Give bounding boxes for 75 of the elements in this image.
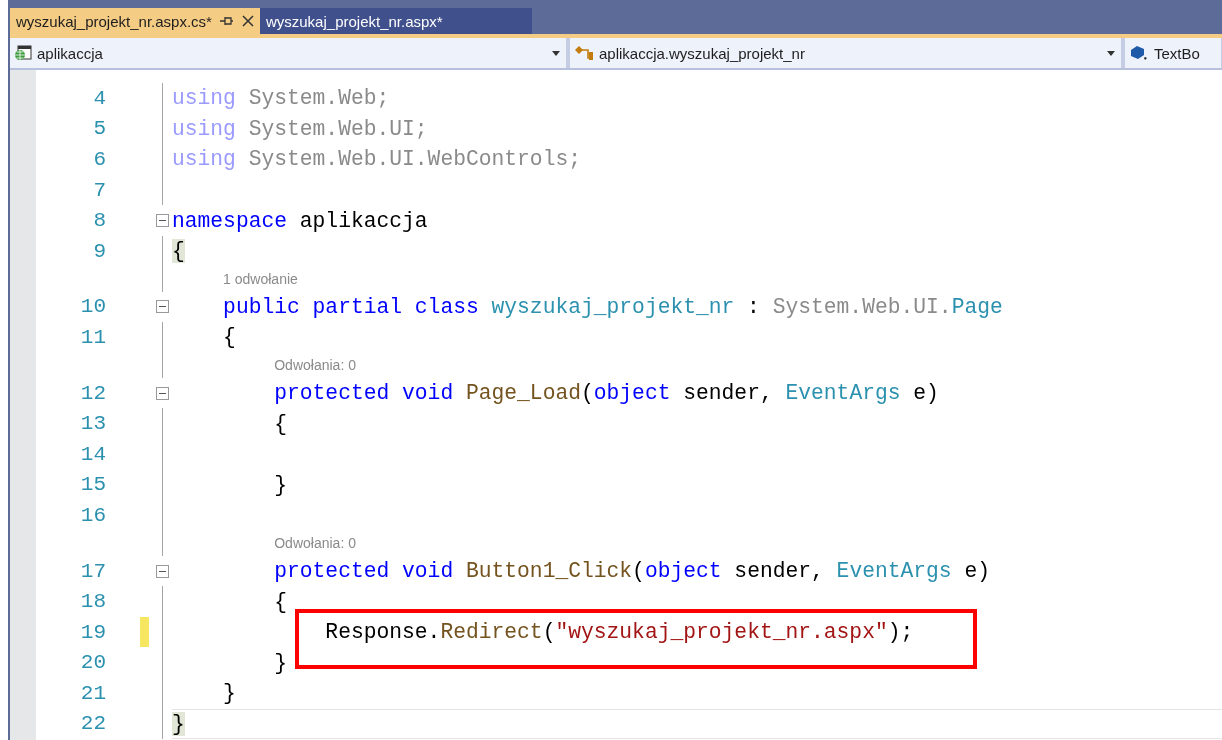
- code-token: using: [172, 116, 236, 141]
- line-number: 19: [79, 620, 106, 644]
- line-number: 6: [92, 148, 106, 171]
- code-token: (: [632, 559, 645, 583]
- web-project-icon: [14, 45, 32, 61]
- document-tab[interactable]: wyszukaj_projekt_nr.aspx*: [259, 8, 532, 34]
- code-token: System.Web.UI.WebControls;: [247, 147, 581, 172]
- line-number: 14: [79, 442, 106, 466]
- pin-icon[interactable]: [219, 16, 234, 26]
- collapse-toggle[interactable]: [155, 386, 169, 400]
- line-number: 16: [79, 503, 106, 527]
- code-token: Page_Load: [465, 381, 581, 406]
- collapse-toggle[interactable]: [155, 300, 169, 314]
- code-token: (: [581, 381, 594, 406]
- code-token: {: [222, 325, 236, 350]
- code-token: Redirect: [440, 620, 543, 645]
- code-token: object: [644, 559, 722, 583]
- line-number: 8: [92, 209, 106, 233]
- collapse-toggle[interactable]: [155, 214, 169, 228]
- code-token: public partial class: [222, 294, 480, 319]
- code-token: protected void: [273, 559, 455, 583]
- line-number: 18: [79, 590, 106, 614]
- code-token: using: [172, 86, 236, 111]
- line-number: 10: [79, 295, 106, 319]
- line-number: 22: [79, 712, 106, 736]
- code-token: {: [273, 589, 288, 614]
- code-token: e): [963, 559, 990, 583]
- code-token: EventArgs: [836, 559, 952, 583]
- document-tab[interactable]: wyszukaj_projekt_nr.aspx.cs*: [10, 8, 260, 34]
- code-token: protected void: [273, 381, 455, 406]
- code-token: }: [273, 650, 288, 675]
- dropdown-caret-icon[interactable]: [1107, 50, 1115, 56]
- line-number: 15: [79, 473, 106, 497]
- code-token: "wyszukaj_projekt_nr.aspx": [555, 620, 888, 645]
- code-token: }: [222, 681, 236, 706]
- line-number: 17: [79, 559, 106, 583]
- code-token: Button1_Click: [465, 559, 633, 583]
- code-token: sender,: [682, 381, 774, 406]
- code-token: System.Web;: [247, 86, 390, 111]
- field-icon: [1129, 44, 1149, 62]
- line-number: 12: [79, 381, 106, 405]
- code-token: wyszukaj_projekt_nr: [491, 294, 735, 319]
- code-token: }: [172, 712, 185, 736]
- code-token: namespace: [172, 208, 288, 233]
- code-token: );: [887, 620, 914, 645]
- code-token: (: [542, 620, 556, 645]
- line-number: 20: [79, 651, 106, 675]
- class-hierarchy-icon: [574, 45, 594, 61]
- close-icon[interactable]: [241, 15, 254, 27]
- code-token: sender,: [733, 559, 825, 583]
- code-token: EventArgs: [785, 381, 901, 406]
- line-number: 21: [79, 681, 106, 705]
- code-token: aplikaccja: [298, 208, 428, 233]
- code-token: {: [273, 411, 288, 436]
- code-token: e): [912, 381, 939, 406]
- code-token: object: [593, 381, 671, 406]
- code-token: {: [172, 239, 185, 264]
- line-number: 4: [92, 86, 106, 110]
- dropdown-caret-icon[interactable]: [552, 50, 560, 56]
- code-token: Response.: [324, 620, 441, 645]
- code-token: Page: [951, 294, 1003, 319]
- reference-count-hint[interactable]: Odwołania: 0: [274, 357, 356, 374]
- line-number: 13: [79, 412, 106, 436]
- code-token: }: [273, 472, 288, 497]
- line-number: 7: [92, 178, 106, 202]
- line-number: 5: [92, 117, 106, 141]
- code-token: :: [746, 294, 761, 319]
- reference-count-hint[interactable]: Odwołania: 0: [274, 535, 356, 552]
- line-number: 9: [92, 239, 106, 263]
- reference-count-hint[interactable]: 1 odwołanie: [223, 271, 298, 288]
- code-token: System.Web.UI.: [772, 294, 952, 319]
- code-token: using: [172, 147, 236, 172]
- collapse-toggle[interactable]: [155, 564, 169, 578]
- code-token: System.Web.UI;: [247, 116, 428, 141]
- line-number: 11: [79, 325, 106, 349]
